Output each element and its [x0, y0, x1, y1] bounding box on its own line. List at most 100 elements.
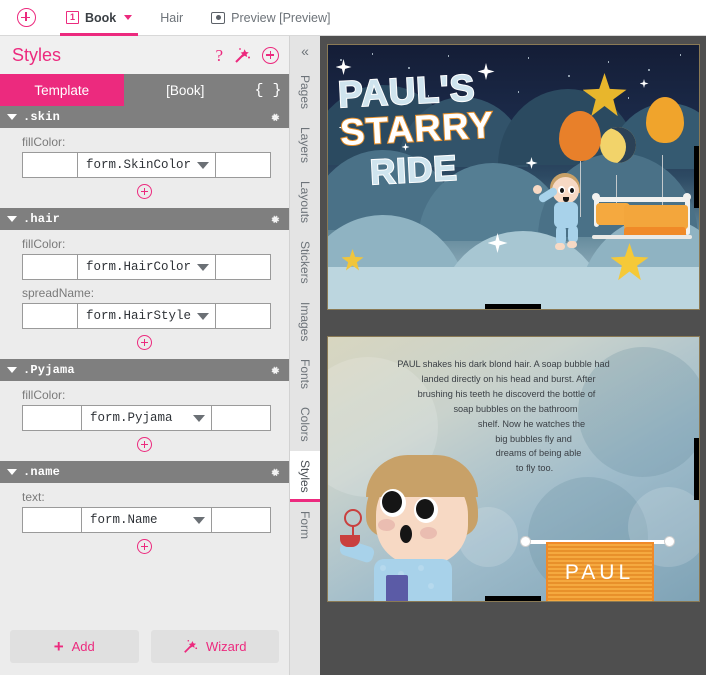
sidebar-item-layers[interactable]: Layers [290, 118, 320, 172]
sidebar-item-layouts[interactable]: Layouts [290, 172, 320, 232]
tab-hair[interactable]: Hair [146, 0, 197, 36]
book-tab-badge: 1 [66, 11, 79, 24]
selection-handle-bottom[interactable] [485, 304, 541, 309]
add-property-row[interactable] [0, 178, 289, 203]
page-2-wrapper: PAUL shakes his dark blond hair. A soap … [320, 336, 706, 602]
sidebar-item-pages[interactable]: Pages [290, 66, 320, 118]
triangle-collapse-icon[interactable] [7, 114, 17, 120]
plus-circle-icon[interactable] [262, 46, 279, 64]
chevron-down-icon[interactable] [197, 161, 210, 169]
section-header-pyjama[interactable]: .Pyjama [0, 359, 289, 381]
side-tab-rail: « Pages Layers Layouts Stickers Images F… [290, 36, 320, 675]
property-suffix-input[interactable] [211, 405, 271, 431]
sidebar-item-form[interactable]: Form [290, 502, 320, 548]
add-document-button[interactable] [0, 8, 52, 27]
plus-icon: + [53, 637, 64, 656]
code-view-button[interactable]: { } [247, 74, 289, 106]
hair-tab-label: Hair [160, 10, 184, 25]
tab-preview[interactable]: Preview [Preview] [197, 0, 344, 36]
selection-handle-right[interactable] [693, 438, 699, 500]
section-body-hair: fillColor: form.HairColor spreadName: fo… [0, 230, 289, 359]
property-prefix-input[interactable] [22, 254, 78, 280]
wand-icon[interactable] [234, 47, 251, 64]
property-suffix-input[interactable] [215, 303, 271, 329]
plus-circle-icon[interactable] [137, 184, 152, 199]
tab-template[interactable]: Template [0, 74, 124, 106]
gear-icon[interactable] [268, 364, 281, 377]
page-1-wrapper: PAUL'S STARRY RIDE [320, 44, 706, 310]
property-label: spreadName: [22, 286, 95, 300]
add-property-row[interactable] [0, 329, 289, 354]
page-cover[interactable]: PAUL'S STARRY RIDE [326, 44, 700, 310]
tab-book-scope[interactable]: [Book] [123, 74, 247, 106]
wizard-button-label: Wizard [206, 639, 247, 654]
sidebar-item-fonts[interactable]: Fonts [290, 350, 320, 398]
chevron-down-icon[interactable] [124, 15, 133, 20]
styles-panel-header-actions: ? [215, 46, 279, 64]
bubble-bottle [385, 575, 408, 601]
plus-circle-icon[interactable] [137, 335, 152, 350]
property-prefix-input[interactable] [22, 507, 82, 533]
property-suffix-input[interactable] [215, 254, 271, 280]
page-story[interactable]: PAUL shakes his dark blond hair. A soap … [326, 336, 700, 602]
property-value-select[interactable]: form.HairStyle [77, 303, 216, 329]
preview-tab-label: Preview [Preview] [231, 10, 331, 25]
style-section-pyjama: .Pyjama fillColor: form.Pyjama [0, 359, 289, 461]
section-title: .Pyjama [23, 363, 75, 377]
property-value-select[interactable]: form.SkinColor [77, 152, 216, 178]
add-button-label: Add [71, 639, 95, 654]
section-header-skin[interactable]: .skin [0, 106, 289, 128]
tab-book[interactable]: 1 Book [52, 0, 146, 36]
add-property-row[interactable] [0, 533, 289, 558]
plus-circle-icon[interactable] [137, 539, 152, 554]
property-suffix-input[interactable] [211, 507, 271, 533]
eye-icon [211, 11, 226, 24]
property-value-select[interactable]: form.HairColor [77, 254, 216, 280]
styles-panel-footer: + Add Wizard [0, 620, 289, 675]
section-header-name[interactable]: .name [0, 461, 289, 483]
book-canvas[interactable]: PAUL'S STARRY RIDE PAUL shakes his dark … [320, 36, 706, 675]
help-icon[interactable]: ? [215, 47, 223, 64]
property-suffix-input[interactable] [215, 152, 271, 178]
sidebar-item-images[interactable]: Images [290, 293, 320, 350]
styles-panel: Styles ? Template [Book] { } .skin fillC… [0, 36, 290, 675]
top-toolbar: 1 Book Hair Preview [Preview] [0, 0, 706, 36]
property-prefix-input[interactable] [22, 303, 78, 329]
property-prefix-input[interactable] [22, 405, 82, 431]
chevron-down-icon[interactable] [197, 312, 210, 320]
triangle-collapse-icon[interactable] [7, 216, 17, 222]
section-body-skin: fillColor: form.SkinColor [0, 128, 289, 208]
gear-icon[interactable] [268, 213, 281, 226]
wizard-button[interactable]: Wizard [150, 630, 279, 663]
chevron-down-icon[interactable] [197, 263, 210, 271]
property-value-select[interactable]: form.Name [82, 507, 211, 533]
gear-icon[interactable] [268, 111, 281, 124]
selection-handle-right[interactable] [693, 146, 699, 208]
selection-handle-bottom[interactable] [485, 596, 541, 601]
sidebar-item-stickers[interactable]: Stickers [290, 232, 320, 293]
gear-icon[interactable] [268, 466, 281, 479]
story-line: dreams of being able [495, 448, 582, 459]
triangle-collapse-icon[interactable] [7, 469, 17, 475]
chevron-down-icon[interactable] [193, 516, 205, 524]
property-value-select[interactable]: form.Pyjama [82, 405, 211, 431]
page-title: Styles [12, 44, 62, 65]
add-style-button[interactable]: + Add [10, 630, 139, 663]
story-line: shelf. Now he watches the [477, 418, 586, 429]
triangle-collapse-icon[interactable] [7, 367, 17, 373]
property-row: form.Pyjama [0, 405, 289, 431]
chevron-down-icon[interactable] [193, 414, 205, 422]
section-body-name: text: form.Name [0, 483, 289, 563]
story-line: brushing his teeth he discoverd the bott… [417, 388, 596, 399]
property-prefix-input[interactable] [22, 152, 78, 178]
section-header-hair[interactable]: .hair [0, 208, 289, 230]
section-title: .hair [23, 212, 61, 226]
sidebar-item-styles[interactable]: Styles [290, 450, 320, 502]
sidebar-item-colors[interactable]: Colors [290, 398, 320, 451]
styles-panel-header: Styles ? [0, 36, 289, 74]
property-value-text: form.HairColor [85, 260, 192, 274]
plus-circle-icon[interactable] [137, 437, 152, 452]
collapse-panel-button[interactable]: « [290, 36, 320, 66]
add-property-row[interactable] [0, 431, 289, 456]
section-body-pyjama: fillColor: form.Pyjama [0, 381, 289, 461]
